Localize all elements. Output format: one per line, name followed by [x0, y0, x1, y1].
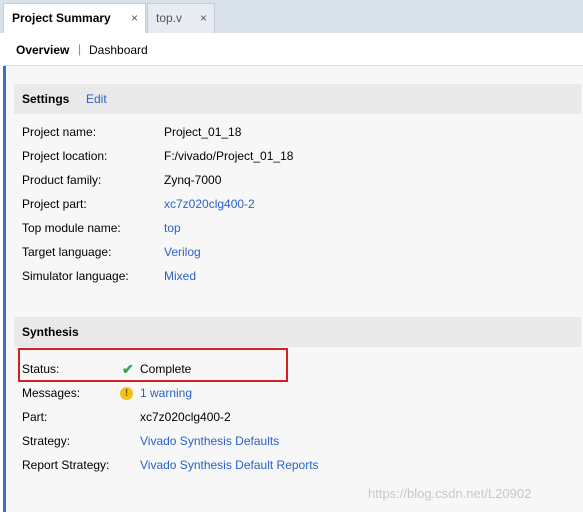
row-label: Target language: [22, 245, 112, 259]
synthesis-row: Report Strategy: Vivado Synthesis Defaul… [22, 458, 562, 476]
row-label: Simulator language: [22, 269, 129, 283]
synthesis-row: Status: ✔ Complete [22, 361, 562, 380]
settings-row: Project name: Project_01_18 [22, 125, 562, 143]
tab-label: Project Summary [12, 11, 111, 25]
synthesis-header: Synthesis [14, 317, 581, 347]
subtab-overview[interactable]: Overview [16, 43, 69, 57]
tab-top-v[interactable]: top.v × [147, 3, 215, 33]
row-label: Messages: [22, 386, 81, 400]
row-value: xc7z020clg400-2 [140, 410, 231, 424]
row-label: Status: [22, 362, 60, 376]
row-label: Project part: [22, 197, 87, 211]
row-value: Project_01_18 [164, 125, 242, 139]
row-label: Report Strategy: [22, 458, 110, 472]
edit-settings-link[interactable]: Edit [86, 92, 107, 106]
tab-label: top.v [156, 11, 183, 25]
simulator-language-link[interactable]: Mixed [164, 269, 196, 283]
synthesis-row: Part: xc7z020clg400-2 [22, 410, 562, 428]
settings-row: Top module name: top [22, 221, 562, 239]
strategy-link[interactable]: Vivado Synthesis Defaults [140, 434, 279, 448]
row-label: Project location: [22, 149, 108, 163]
row-value: F:/vivado/Project_01_18 [164, 149, 294, 163]
check-icon: ✔ [122, 361, 134, 377]
settings-row: Project part: xc7z020clg400-2 [22, 197, 562, 215]
row-label: Strategy: [22, 434, 71, 448]
settings-header: Settings Edit [14, 84, 581, 114]
report-strategy-link[interactable]: Vivado Synthesis Default Reports [140, 458, 319, 472]
project-part-link[interactable]: xc7z020clg400-2 [164, 197, 255, 211]
editor-tab-bar: Project Summary × top.v × [0, 0, 583, 33]
synthesis-title: Synthesis [22, 325, 79, 339]
row-label: Product family: [22, 173, 102, 187]
row-label: Top module name: [22, 221, 121, 235]
tab-project-summary[interactable]: Project Summary × [3, 3, 146, 33]
warning-icon: ! [120, 387, 133, 400]
top-module-link[interactable]: top [164, 221, 181, 235]
row-value: Zynq-7000 [164, 173, 222, 187]
watermark: https://blog.csdn.net/L20902 [368, 486, 532, 501]
synthesis-row: Strategy: Vivado Synthesis Defaults [22, 434, 562, 452]
row-label: Part: [22, 410, 48, 424]
messages-link[interactable]: 1 warning [140, 386, 192, 400]
settings-row: Project location: F:/vivado/Project_01_1… [22, 149, 562, 167]
settings-title: Settings [22, 92, 70, 106]
summary-panel: Settings Edit Project name: Project_01_1… [3, 66, 583, 512]
settings-row: Target language: Verilog [22, 245, 562, 263]
settings-row: Simulator language: Mixed [22, 269, 562, 287]
summary-subtabs: Overview | Dashboard [3, 33, 583, 66]
synthesis-row: Messages: ! 1 warning [22, 386, 562, 404]
status-value: Complete [140, 362, 192, 376]
settings-row: Product family: Zynq-7000 [22, 173, 562, 191]
target-language-link[interactable]: Verilog [164, 245, 201, 259]
close-icon[interactable]: × [200, 11, 207, 25]
subtab-separator: | [78, 42, 82, 56]
subtab-dashboard[interactable]: Dashboard [89, 43, 148, 57]
row-label: Project name: [22, 125, 97, 139]
close-icon[interactable]: × [131, 11, 138, 25]
